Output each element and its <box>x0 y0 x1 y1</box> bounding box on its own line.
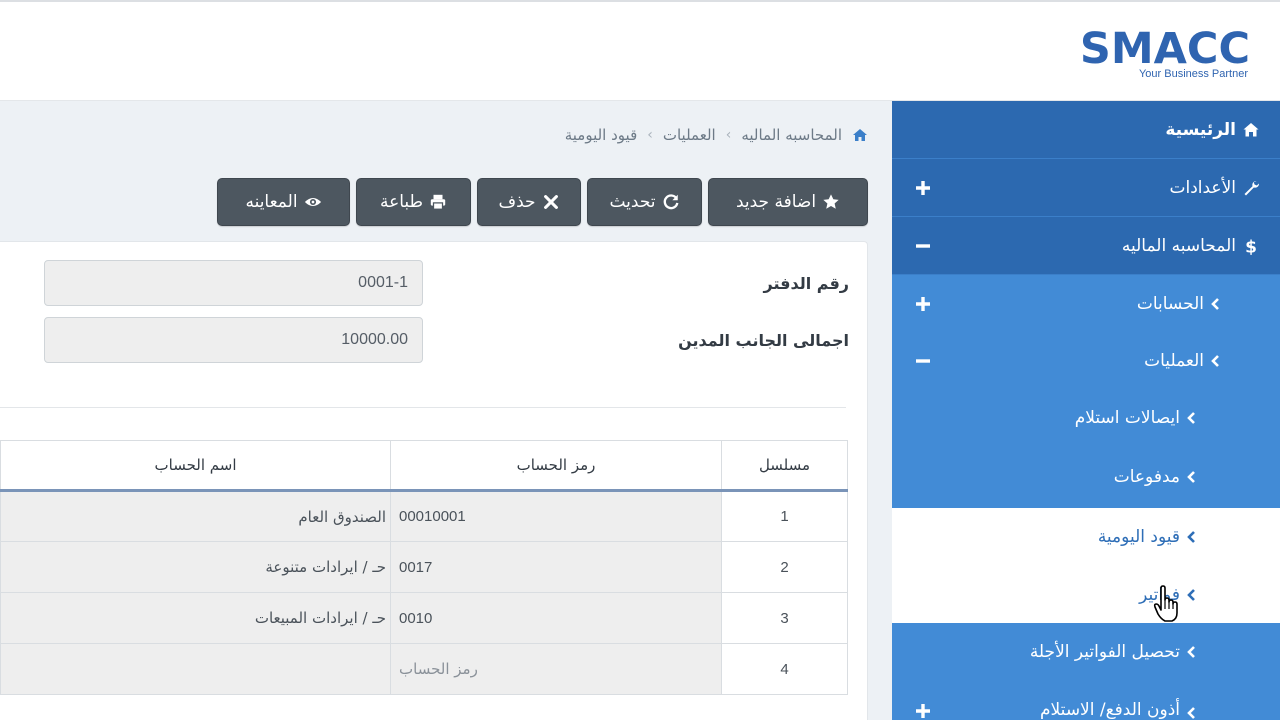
book-number-label: رقم الدفتر <box>763 274 850 293</box>
table-row: 3 0010 حـ / ايرادات المبيعات <box>0 592 848 644</box>
logo-tagline: Your Business Partner <box>1138 68 1248 80</box>
breadcrumb-finance[interactable]: المحاسبه الماليه <box>741 126 842 144</box>
sidebar-label-receipts: ايصالات استلام <box>1074 407 1180 428</box>
sidebar-label-home: الرئيسية <box>1165 119 1236 140</box>
sidebar-item-finance[interactable]: $ المحاسبه الماليه <box>892 217 1280 274</box>
account-code-cell[interactable]: 0010 <box>390 592 722 644</box>
sidebar-item-journal[interactable]: قيود اليومية <box>892 508 1280 566</box>
star-icon <box>823 194 839 209</box>
serial-cell: 2 <box>721 541 848 593</box>
refresh-button[interactable]: تحديث <box>587 178 702 226</box>
chevron-left-icon <box>1187 411 1195 424</box>
logo-text: SMACC <box>1079 24 1250 74</box>
header-serial: مسلسل <box>721 440 848 492</box>
sidebar-item-home[interactable]: الرئيسية <box>892 101 1280 158</box>
sidebar-item-receipts[interactable]: ايصالات استلام <box>892 389 1280 446</box>
delete-button[interactable]: حذف <box>477 178 581 226</box>
account-name-text: الصندوق العام <box>298 507 386 526</box>
expand-plus-icon[interactable] <box>914 295 932 313</box>
sidebar-item-payments[interactable]: مدفوعات <box>892 446 1280 508</box>
svg-text:$: $ <box>1245 237 1257 255</box>
print-label: طباعة <box>379 192 424 212</box>
add-new-label: اضافة جديد <box>735 192 817 212</box>
account-code-cell[interactable]: 0017 <box>390 541 722 593</box>
debit-total-field[interactable]: 10000.00 <box>44 317 423 363</box>
close-icon <box>543 195 558 209</box>
table-header-row: مسلسل رمز الحساب اسم الحساب <box>0 440 848 492</box>
sidebar-label-payments: مدفوعات <box>1113 467 1180 487</box>
chevron-left-icon <box>1187 588 1195 601</box>
serial-cell: 4 <box>721 643 848 695</box>
sidebar-item-accounts[interactable]: الحسابات <box>892 275 1280 332</box>
sidebar-item-deferred-collection[interactable]: تحصيل الفواتير الأجلة <box>892 623 1280 680</box>
sidebar-item-invoices[interactable]: فواتير <box>892 566 1280 623</box>
sidebar-label-accounts: الحسابات <box>1136 293 1204 314</box>
preview-label: المعاينه <box>245 192 298 212</box>
account-name-cell[interactable]: الصندوق العام <box>0 490 391 542</box>
sidebar-label-journal: قيود اليومية <box>1097 527 1180 547</box>
main-content: المحاسبه الماليه › العمليات › قيود اليوم… <box>0 101 892 720</box>
sidebar-label-deferred: تحصيل الفواتير الأجلة <box>1029 641 1180 662</box>
debit-total-label: اجمالى الجانب المدين <box>678 331 849 350</box>
wrench-icon <box>1244 180 1260 195</box>
breadcrumb-operations[interactable]: العمليات <box>663 126 716 144</box>
home-icon[interactable] <box>852 127 868 143</box>
book-number-field[interactable]: 0001-1 <box>44 260 423 306</box>
header-account-code: رمز الحساب <box>390 440 722 492</box>
expand-plus-icon[interactable] <box>914 702 932 720</box>
print-icon <box>430 194 446 210</box>
sidebar-label-settings: الأعدادات <box>1169 177 1236 198</box>
sidebar: الرئيسية الأعدادات $ المحاسبه الماليه ال… <box>892 101 1280 720</box>
hand-cursor-icon <box>1153 585 1178 622</box>
chevron-left-icon <box>1187 707 1195 719</box>
journal-entries-table: مسلسل رمز الحساب اسم الحساب 1 00010001 ا… <box>0 440 848 695</box>
smacc-logo[interactable]: SMACC Your Business Partner <box>1058 26 1254 84</box>
account-name-cell[interactable]: حـ / ايرادات المبيعات <box>0 592 391 644</box>
account-code-input[interactable]: رمز الحساب <box>390 643 722 695</box>
account-name-cell[interactable]: حـ / ايرادات متنوعة <box>0 541 391 593</box>
header-account-name: اسم الحساب <box>0 440 391 492</box>
sidebar-label-vouchers: أذون الدفع/ الاستلام <box>1040 700 1180 720</box>
sidebar-item-vouchers[interactable]: أذون الدفع/ الاستلام <box>892 680 1280 720</box>
table-row: 2 0017 حـ / ايرادات متنوعة <box>0 541 848 593</box>
refresh-icon <box>663 194 678 210</box>
header: SMACC Your Business Partner <box>0 2 1280 101</box>
table-row: 4 رمز الحساب <box>0 643 848 695</box>
chevron-left-icon <box>1211 297 1219 310</box>
chevron-left-icon <box>1211 354 1219 367</box>
chevron-left-icon <box>1187 531 1195 543</box>
account-name-cell[interactable] <box>0 643 391 695</box>
breadcrumb-journal: قيود اليومية <box>564 126 638 144</box>
chevron-left-icon <box>1187 471 1195 483</box>
collapse-minus-icon[interactable] <box>914 237 932 255</box>
eye-icon <box>304 197 321 207</box>
home-icon <box>1243 122 1259 136</box>
sidebar-label-finance: المحاسبه الماليه <box>1121 235 1236 256</box>
add-new-button[interactable]: اضافة جديد <box>708 178 868 226</box>
sidebar-item-settings[interactable]: الأعدادات <box>892 159 1280 216</box>
refresh-label: تحديث <box>609 192 656 212</box>
dollar-icon: $ <box>1245 237 1257 255</box>
serial-cell: 3 <box>721 592 848 644</box>
sidebar-item-operations[interactable]: العمليات <box>892 332 1280 389</box>
breadcrumb-separator: › <box>647 127 653 143</box>
serial-cell: 1 <box>721 490 848 542</box>
account-name-text: حـ / ايرادات متنوعة <box>265 558 386 576</box>
toolbar: اضافة جديد تحديث حذف طباعة المعاينه <box>217 178 868 226</box>
sidebar-label-operations: العمليات <box>1144 350 1204 371</box>
account-name-text: حـ / ايرادات المبيعات <box>254 609 386 627</box>
print-button[interactable]: طباعة <box>356 178 471 226</box>
collapse-minus-icon[interactable] <box>914 352 932 370</box>
delete-label: حذف <box>498 192 536 212</box>
journal-form-panel: رقم الدفتر 0001-1 اجمالى الجانب المدين 1… <box>0 241 868 720</box>
preview-button[interactable]: المعاينه <box>217 178 350 226</box>
breadcrumb: المحاسبه الماليه › العمليات › قيود اليوم… <box>565 125 868 145</box>
chevron-left-icon <box>1187 645 1195 658</box>
app-root: SMACC Your Business Partner المحاسبه الم… <box>0 0 1280 720</box>
expand-plus-icon[interactable] <box>914 179 932 197</box>
account-code-cell[interactable]: 00010001 <box>390 490 722 542</box>
divider <box>0 407 846 408</box>
table-row: 1 00010001 الصندوق العام <box>0 490 848 542</box>
breadcrumb-separator: › <box>725 127 732 143</box>
